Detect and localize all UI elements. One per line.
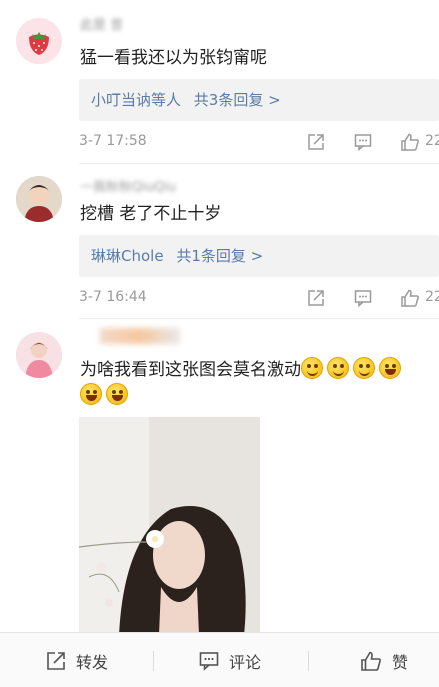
comment-action-button[interactable]: 评论 [199,633,261,687]
comment-time: 3-7 17:58 [79,133,147,149]
share-icon [308,134,324,150]
comment-username[interactable]: 此是 昔 [80,14,123,33]
comment-text: 猛一看我还以为张钧甯呢 [80,48,267,68]
reply-summary[interactable]: 琳琳Chole 共1条回复 > [79,235,439,277]
comment-action-label: 评论 [229,652,262,672]
comment-item: 一我秋秋QiuQiu 挖槽 老了不止十岁 琳琳Chole 共1条回复 > 3-7… [0,165,439,320]
reply-summary[interactable]: 小叮当讷等人 共3条回复 > [79,79,439,121]
reply-users[interactable]: 琳琳Chole [91,247,164,265]
comment-text: 为啥我看到这张图会莫名激动 [80,357,429,409]
share-button[interactable] [307,288,325,308]
divider [79,318,439,319]
comment-time: 3-7 16:44 [79,289,147,305]
like-count: 22 [425,133,439,149]
like-icon [401,133,419,151]
emoji-smile-icon [327,357,349,379]
user-avatar-icon [16,332,62,378]
repost-button[interactable]: 转发 [46,633,108,687]
comment-text: 挖槽 老了不止十岁 [80,204,222,224]
share-icon [47,651,65,670]
avatar[interactable] [16,176,62,222]
like-count: 22 [425,289,439,305]
reply-count[interactable]: 共1条回复 > [176,247,263,265]
portrait-image [79,417,260,635]
like-button[interactable] [401,288,420,308]
comment-text-body: 为啥我看到这张图会莫名激动 [80,360,301,380]
comment-button[interactable] [354,132,372,152]
reply-count[interactable]: 共3条回复 > [194,91,281,109]
emoji-smile-icon [353,357,375,379]
comment-item: 此是 昔 猛一看我还以为张钧甯呢 小叮当讷等人 共3条回复 > 3-7 17:5… [0,0,439,165]
divider [153,651,154,671]
comment-button[interactable] [354,288,372,308]
emoji-laugh-icon [106,383,128,405]
strawberry-avatar-icon [16,18,62,64]
like-button[interactable] [401,132,420,152]
emoji-laugh-icon [379,357,401,379]
divider [79,163,439,164]
like-icon [401,289,419,307]
comment-icon [354,290,372,307]
comment-photo[interactable] [79,417,260,635]
like-icon [361,651,381,671]
avatar[interactable] [16,18,62,64]
comment-username[interactable]: 一我秋秋QiuQiu [80,176,176,195]
repost-label: 转发 [76,652,109,672]
comment-icon [354,134,372,151]
blurred-username [100,328,180,344]
divider [308,651,309,671]
like-action-button[interactable]: 赞 [361,633,408,687]
user-avatar-icon [16,176,62,222]
emoji-laugh-icon [80,383,102,405]
comment-icon [199,651,219,671]
emoji-smile-icon [301,357,323,379]
like-action-label: 赞 [392,652,409,672]
share-icon [308,290,324,306]
avatar[interactable] [16,332,62,378]
bottom-action-bar: 转发 评论 赞 [0,632,439,687]
share-button[interactable] [307,132,325,152]
reply-users[interactable]: 小叮当讷等人 [91,91,181,109]
